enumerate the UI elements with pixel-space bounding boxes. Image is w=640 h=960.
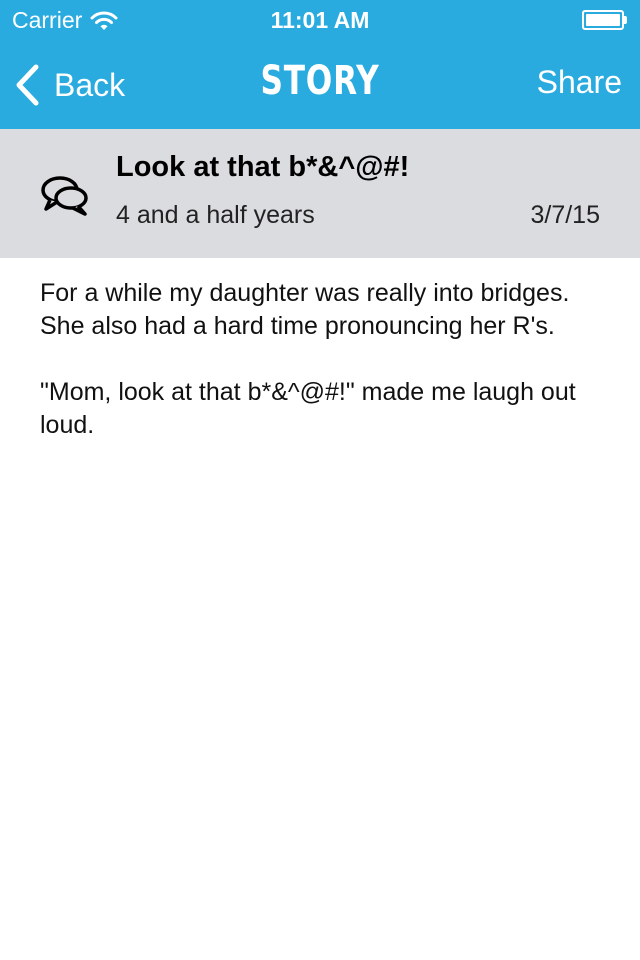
- top-bar: Carrier 11:01 AM Back STORY Share: [0, 0, 640, 129]
- chevron-left-icon: [16, 64, 39, 106]
- story-body: For a while my daughter was really into …: [40, 277, 600, 475]
- page-title: STORY: [260, 58, 380, 104]
- status-bar: Carrier 11:01 AM: [0, 0, 640, 40]
- chat-bubbles-icon: [41, 176, 88, 216]
- story-paragraph: For a while my daughter was really into …: [40, 279, 570, 340]
- status-time: 11:01 AM: [270, 7, 370, 33]
- story-header: Look at that b*&^@#! 4 and a half years …: [0, 129, 640, 258]
- story-date: 3/7/15: [530, 201, 600, 229]
- navigation-bar: Back STORY Share: [0, 40, 640, 129]
- story-title: Look at that b*&^@#!: [116, 151, 410, 183]
- battery-icon: [582, 10, 628, 30]
- story-paragraph: "Mom, look at that b*&^@#!" made me laug…: [40, 378, 576, 439]
- share-button[interactable]: Share: [537, 64, 622, 101]
- story-child-age: 4 and a half years: [116, 201, 315, 229]
